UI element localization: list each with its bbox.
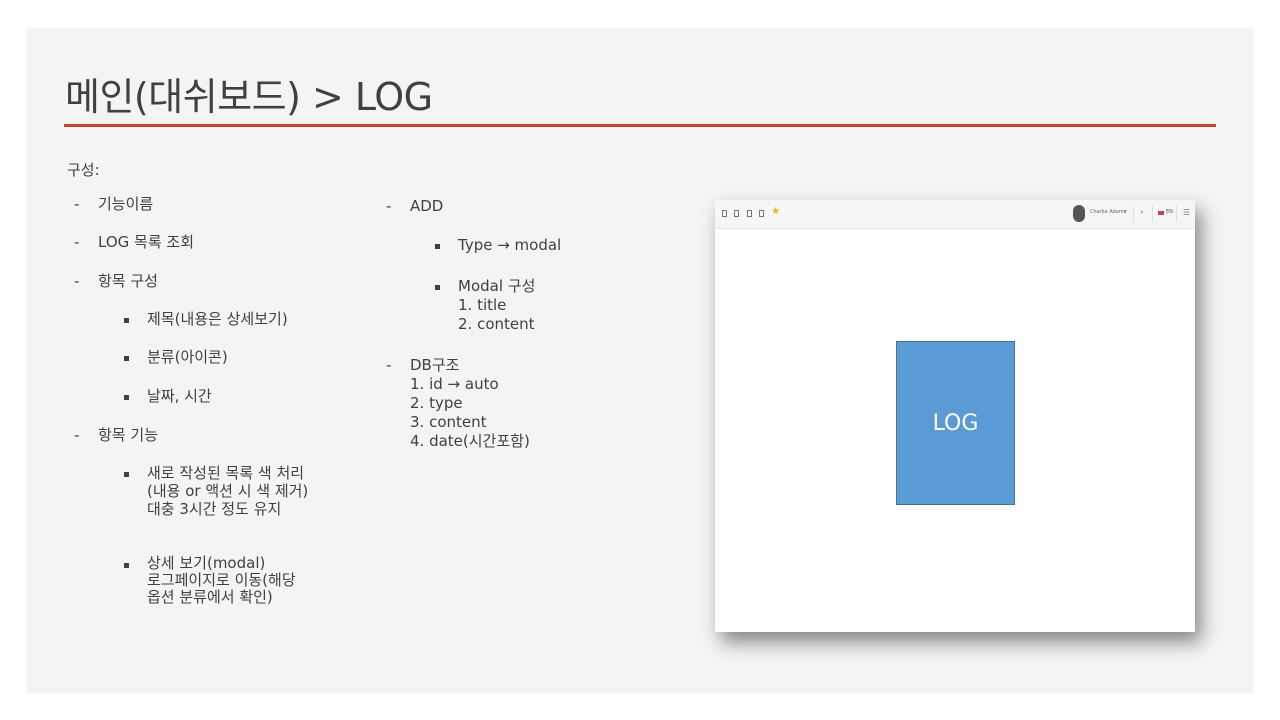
sub-list-item: 날짜, 시간 xyxy=(147,387,212,405)
list-item: LOG 목록 조회 xyxy=(98,233,194,251)
list-marker: - xyxy=(386,197,392,215)
divider xyxy=(1176,206,1177,222)
list-item: ADD xyxy=(410,197,444,215)
log-widget-label: LOG xyxy=(932,410,979,436)
chevron-down-icon[interactable]: ▾ xyxy=(1124,209,1127,215)
avatar[interactable] xyxy=(1073,205,1085,222)
list-item: 항목 기능 xyxy=(98,426,158,444)
star-icon[interactable]: ★ xyxy=(771,206,780,217)
list-marker: - xyxy=(74,195,80,213)
sub-list-item: 상세 보기(modal) 로그페이지로 이동(해당 옵션 분류에서 확인) xyxy=(147,554,296,606)
slide-title: 메인(대쉬보드) > LOG xyxy=(65,75,433,119)
list-item: 항목 구성 xyxy=(98,272,158,290)
clipboard-icon[interactable] xyxy=(747,210,752,217)
list-item: 기능이름 xyxy=(98,195,154,213)
sub-list-item: 새로 작성된 목록 색 처리 (내용 or 액션 시 색 제거) 대충 3시간 … xyxy=(147,464,309,518)
bullet-square xyxy=(124,563,129,568)
search-icon[interactable]: ⌕ xyxy=(1140,208,1144,217)
bullet-square xyxy=(435,244,440,249)
mail-icon[interactable] xyxy=(734,210,739,217)
bullet-square xyxy=(124,395,129,400)
bullet-square xyxy=(435,285,440,290)
list-marker: - xyxy=(74,272,80,290)
title-underline xyxy=(64,124,1216,127)
flag-icon[interactable] xyxy=(1158,211,1164,215)
mockup-toolbar: ★ Charlie Adams ▾ ⌕ EN ☰ xyxy=(715,200,1195,229)
bullet-square xyxy=(124,318,129,323)
log-widget[interactable]: LOG xyxy=(896,341,1015,505)
user-name[interactable]: Charlie Adams xyxy=(1090,209,1126,215)
list-marker: - xyxy=(386,356,392,374)
divider xyxy=(1133,206,1134,222)
bullet-square xyxy=(124,356,129,361)
sub-list-item: Modal 구성 1. title 2. content xyxy=(458,277,536,333)
bullet-square xyxy=(124,472,129,477)
mockup-window: ★ Charlie Adams ▾ ⌕ EN ☰ LOG xyxy=(715,200,1195,632)
sub-list-item: 분류(아이콘) xyxy=(147,348,228,366)
menu-icon[interactable]: ☰ xyxy=(1183,208,1190,217)
slide: 메인(대쉬보드) > LOG 구성: - 기능이름 - LOG 목록 조회 - … xyxy=(27,28,1253,693)
sub-list-item: Type → modal xyxy=(458,236,562,254)
language-label[interactable]: EN xyxy=(1166,209,1173,215)
list-item: DB구조 1. id → auto 2. type 3. content 4. … xyxy=(410,356,530,450)
page-icon[interactable] xyxy=(722,210,727,217)
list-marker: - xyxy=(74,233,80,251)
divider xyxy=(1152,206,1153,222)
section-heading: 구성: xyxy=(67,161,100,179)
list-marker: - xyxy=(74,426,80,444)
checklist-icon[interactable] xyxy=(759,210,764,217)
sub-list-item: 제목(내용은 상세보기) xyxy=(147,310,288,328)
